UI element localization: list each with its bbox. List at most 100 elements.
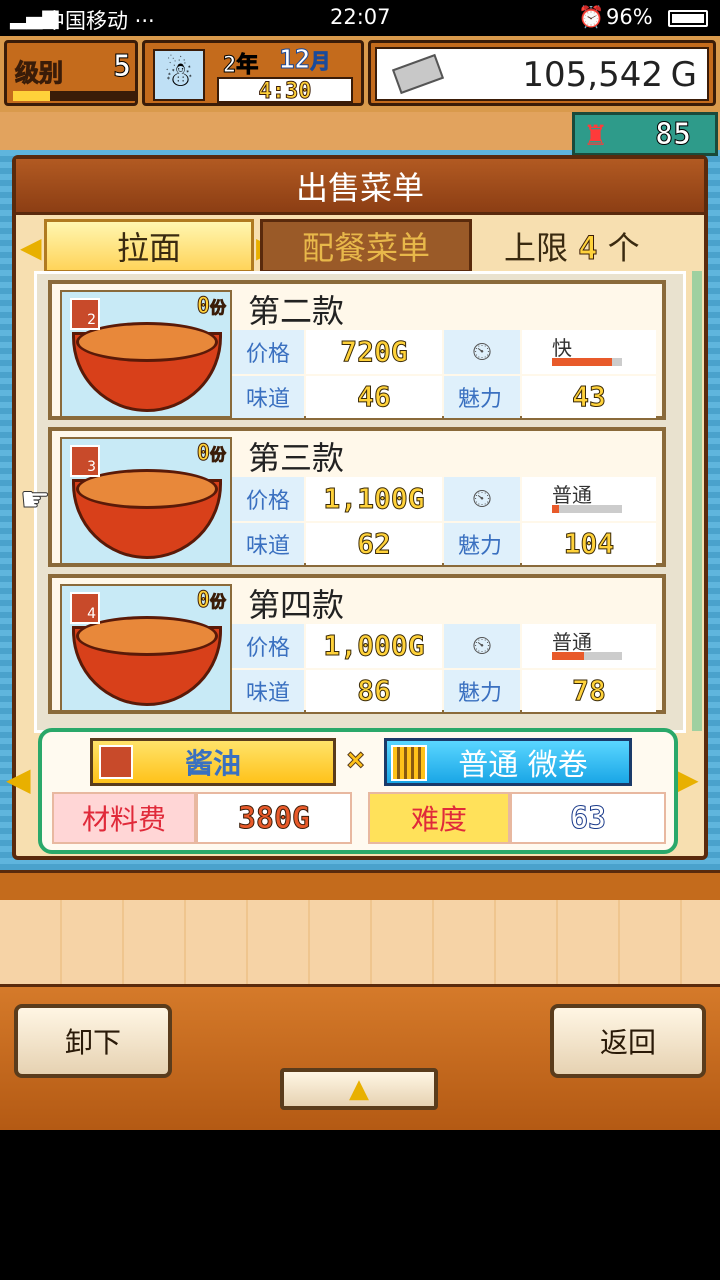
- charm-value: 43: [522, 376, 656, 418]
- difficulty-value: 63: [510, 792, 666, 844]
- speed-bar: [552, 505, 622, 513]
- panel-title: 出售菜单: [295, 168, 424, 207]
- price-label: 价格: [232, 624, 304, 668]
- status-bar: ▂▄▆ 中国移动 ··· 22:07 ⏰ 96%: [0, 0, 720, 36]
- money-icon: [391, 53, 445, 95]
- speed-cell: 快: [522, 330, 656, 374]
- staff-box[interactable]: ♜ 85: [572, 112, 718, 156]
- speed-cell: 普通: [522, 624, 656, 668]
- month-unit: 月: [310, 49, 331, 74]
- taste-label: 味道: [232, 670, 304, 712]
- staff-count: 85: [654, 117, 692, 153]
- taste-value: 62: [306, 523, 442, 565]
- speed-bar: [552, 358, 622, 366]
- sold-count: 0份: [196, 294, 226, 320]
- cost-value: 380G: [196, 792, 352, 844]
- price-label: 价格: [232, 477, 304, 521]
- level-box[interactable]: 级别 5: [4, 40, 138, 106]
- item-name: 第四款: [248, 586, 345, 624]
- speed-bar: [552, 652, 622, 660]
- charm-label: 魅力: [444, 376, 520, 418]
- price-value: 720G: [306, 330, 442, 374]
- limit-value: 4: [578, 229, 598, 268]
- level-label: 级别: [15, 59, 64, 88]
- recipe-left-arrow[interactable]: ◀: [6, 760, 31, 798]
- carrier-text: 中国移动 ···: [44, 9, 155, 33]
- expand-up-button[interactable]: ▲: [280, 1068, 438, 1110]
- price-value: 1,000G: [306, 624, 442, 668]
- taste-label: 味道: [232, 376, 304, 418]
- back-button[interactable]: 返回: [550, 1004, 706, 1078]
- year-value: 2: [222, 53, 237, 79]
- rank-badge: 4: [70, 592, 100, 624]
- rank-badge: 2: [70, 298, 100, 330]
- timer-icon: ⏲: [444, 330, 520, 374]
- speed-text: 快: [552, 336, 572, 360]
- clock-text: 22:07: [330, 5, 391, 29]
- price-value: 1,100G: [306, 477, 442, 521]
- item-name: 第二款: [248, 292, 345, 330]
- hud-bar: 级别 5 ☃ 2年 12月 4:30 105,542 G: [0, 36, 720, 112]
- taste-value: 86: [306, 670, 442, 712]
- cost-label: 材料费: [52, 792, 196, 844]
- soup-name: 酱油: [184, 747, 241, 780]
- month-value: 12: [278, 45, 311, 76]
- noodle-name: 普通 微卷: [458, 748, 588, 783]
- limit-text: 上限 4 个: [504, 223, 640, 269]
- charm-label: 魅力: [444, 523, 520, 565]
- combine-sign: ×: [345, 740, 366, 779]
- game-clock: 4:30: [258, 79, 312, 105]
- taste-value: 46: [306, 376, 442, 418]
- difficulty-label: 难度: [368, 792, 510, 844]
- soup-box[interactable]: 酱油: [90, 738, 336, 786]
- scrollbar[interactable]: [692, 271, 702, 731]
- battery-percent: 96%: [606, 5, 653, 29]
- snowman-icon: ☃: [153, 49, 205, 101]
- rank-badge: 3: [70, 445, 100, 477]
- limit-prefix: 上限: [504, 229, 569, 267]
- alarm-icon: ⏰: [578, 5, 605, 29]
- tab-set-menu[interactable]: 配餐菜单: [260, 219, 472, 273]
- sold-count: 0份: [196, 441, 226, 467]
- year-unit: 年: [236, 53, 259, 79]
- counter-top: [0, 870, 720, 900]
- limit-suffix: 个: [607, 229, 640, 267]
- level-value: 5: [112, 49, 132, 85]
- money-box: 105,542 G: [368, 40, 716, 106]
- ramen-image: 3 0份: [60, 437, 232, 565]
- charm-value: 78: [522, 670, 656, 712]
- price-label: 价格: [232, 330, 304, 374]
- taste-label: 味道: [232, 523, 304, 565]
- sold-count: 0份: [196, 588, 226, 614]
- item-name: 第三款: [248, 439, 345, 477]
- ramen-image: 4 0份: [60, 584, 232, 712]
- money-unit: G: [670, 55, 697, 95]
- timer-icon: ⏲: [444, 624, 520, 668]
- charm-value: 104: [522, 523, 656, 565]
- staff-icon: ♜: [583, 119, 609, 152]
- date-box: ☃ 2年 12月 4:30: [142, 40, 364, 106]
- unload-button[interactable]: 卸下: [14, 1004, 172, 1078]
- level-progress-bar: [13, 91, 135, 101]
- charm-label: 魅力: [444, 670, 520, 712]
- counter-wall: [0, 900, 720, 984]
- speed-text: 普通: [552, 630, 592, 654]
- tab-ramen[interactable]: 拉面: [44, 219, 254, 273]
- speed-text: 普通: [552, 483, 592, 507]
- noodle-box[interactable]: 普通 微卷: [384, 738, 632, 786]
- battery-icon: [668, 10, 708, 27]
- ramen-image: 2 0份: [60, 290, 232, 418]
- menu-item-row[interactable]: 4 0份 第四款 价格 1,000G ⏲ 普通 味道 86 魅力 78: [48, 574, 666, 714]
- noodle-icon: [391, 745, 427, 781]
- tab-left-arrow[interactable]: ◀: [20, 231, 42, 264]
- menu-item-row[interactable]: 2 0份 第二款 价格 720G ⏲ 快 味道 46 魅力 43: [48, 280, 666, 420]
- soup-icon: [99, 745, 133, 779]
- menu-item-row[interactable]: 3 0份 第三款 价格 1,100G ⏲ 普通 味道 62 魅力 104: [48, 427, 666, 567]
- up-arrow-icon: ▲: [349, 1074, 369, 1104]
- money-value: 105,542: [522, 55, 663, 95]
- timer-icon: ⏲: [444, 477, 520, 521]
- pointer-hand-icon: ☛: [19, 480, 51, 521]
- recipe-box: 酱油 × 普通 微卷 材料费 380G 难度 63: [38, 728, 678, 854]
- game-screen: ▂▄▆ 中国移动 ··· 22:07 ⏰ 96% 级别 5 ☃ 2年 12月 4…: [0, 0, 720, 1280]
- speed-cell: 普通: [522, 477, 656, 521]
